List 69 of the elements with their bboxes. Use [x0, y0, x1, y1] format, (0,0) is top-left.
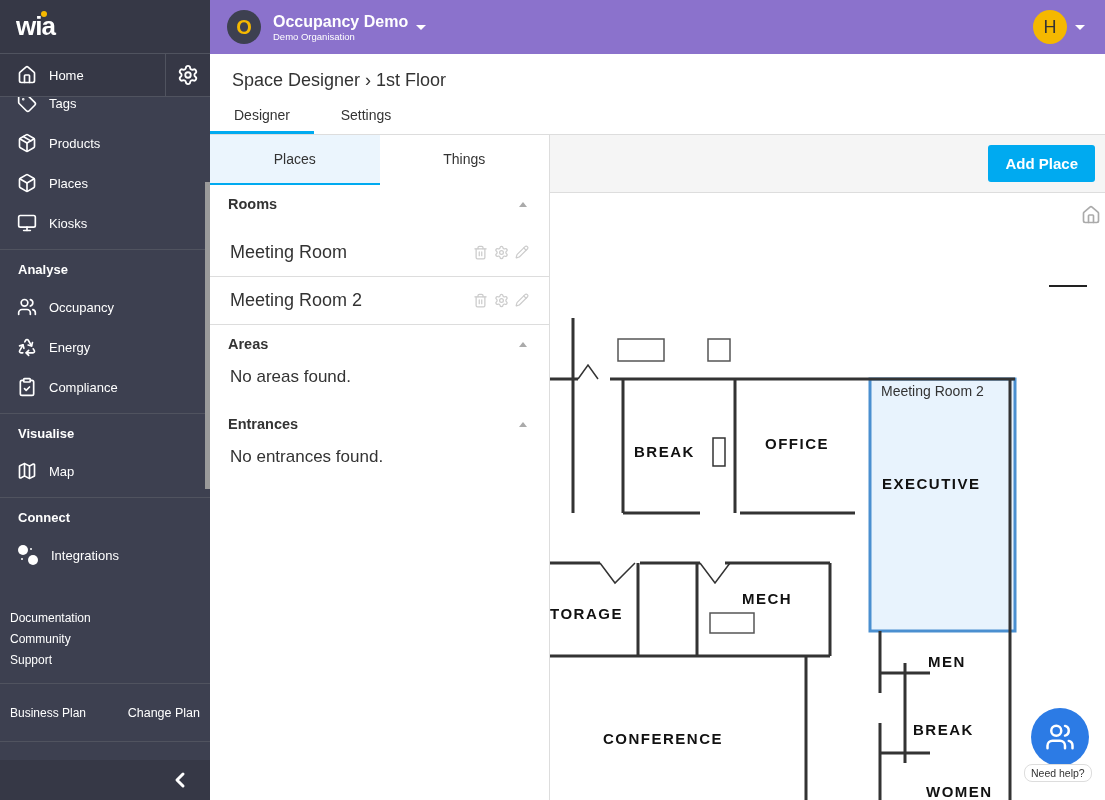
bubbles-icon	[17, 544, 39, 566]
caret-icon[interactable]	[519, 421, 527, 427]
user-avatar[interactable]: H	[1033, 10, 1067, 44]
pencil-icon[interactable]	[515, 245, 529, 259]
room-label: MECH	[742, 590, 793, 607]
box-icon	[17, 173, 37, 193]
organisation-name: Demo Organisation	[273, 30, 356, 42]
room-name[interactable]: Meeting Room 2	[881, 383, 984, 399]
settings-icon[interactable]	[494, 293, 509, 308]
clipboard-check-icon	[17, 377, 37, 397]
footer-link[interactable]: Community	[10, 632, 200, 646]
recycle-icon	[17, 337, 37, 357]
empty-message: No areas found.	[229, 366, 352, 388]
pencil-icon[interactable]	[515, 293, 529, 307]
empty-message: No entrances found.	[229, 446, 385, 468]
room-label: BREAK	[913, 721, 974, 738]
wia-logo[interactable]: wia	[16, 11, 55, 42]
section-heading: Rooms	[228, 196, 278, 212]
tab[interactable]: Places	[210, 135, 380, 185]
section-heading: Entrances	[228, 416, 299, 432]
help-button[interactable]	[1031, 708, 1089, 766]
room-row[interactable]: Meeting Room	[210, 229, 549, 277]
users-icon	[17, 297, 37, 317]
room-label: BREAK	[634, 443, 695, 460]
minus-icon[interactable]	[1049, 285, 1087, 287]
section-heading: Analyse	[17, 261, 69, 279]
room-row[interactable]: Meeting Room 2	[210, 277, 549, 325]
monitor-icon	[17, 213, 37, 233]
tag-icon	[17, 97, 37, 113]
nav-item[interactable]: Map	[0, 451, 200, 491]
caret-icon[interactable]	[519, 341, 527, 347]
scrollbar[interactable]	[205, 182, 210, 489]
section-heading: Connect	[17, 509, 71, 527]
organisation-avatar[interactable]: O	[227, 10, 261, 44]
room-label: WOMEN	[926, 783, 993, 800]
map-icon	[17, 461, 37, 481]
project-title[interactable]: Occupancy Demo	[273, 12, 409, 31]
nav-item[interactable]: Places	[0, 163, 200, 203]
section-heading: Areas	[228, 336, 269, 352]
gear-icon	[177, 64, 199, 86]
nav-item[interactable]: Products	[0, 123, 200, 163]
settings-icon[interactable]	[494, 245, 509, 260]
nav-item[interactable]: Energy	[0, 327, 200, 367]
people-icon	[1045, 722, 1075, 752]
home-icon[interactable]	[1081, 205, 1101, 225]
section-heading: Visualise	[17, 425, 76, 443]
breadcrumb: Space Designer › 1st Floor	[231, 69, 448, 92]
room-label: OFFICE	[765, 435, 829, 452]
room-label: CONFERENCE	[603, 730, 723, 747]
footer-link[interactable]: Documentation	[10, 611, 200, 625]
footer-link[interactable]: Support	[10, 653, 200, 667]
tab[interactable]: Settings	[314, 98, 418, 134]
caret-icon[interactable]	[519, 201, 527, 207]
nav-item[interactable]: Kiosks	[0, 203, 200, 243]
room-label: TORAGE	[550, 605, 623, 622]
change-plan-link[interactable]: Change Plan	[127, 705, 200, 720]
nav-item[interactable]: Compliance	[0, 367, 200, 407]
collapse-button[interactable]	[0, 760, 210, 800]
home-icon	[17, 65, 37, 85]
trash-icon[interactable]	[473, 293, 488, 308]
nav-item[interactable]: Occupancy	[0, 287, 200, 327]
package-icon	[17, 133, 37, 153]
nav-item[interactable]: Integrations	[0, 535, 200, 575]
nav-item[interactable]: Tags	[0, 97, 200, 123]
plan-name: Business Plan	[10, 705, 87, 720]
help-label: Need help?	[1024, 764, 1092, 782]
room-label: MEN	[928, 653, 966, 670]
trash-icon[interactable]	[473, 245, 488, 260]
room-label: EXECUTIVE	[882, 475, 981, 492]
